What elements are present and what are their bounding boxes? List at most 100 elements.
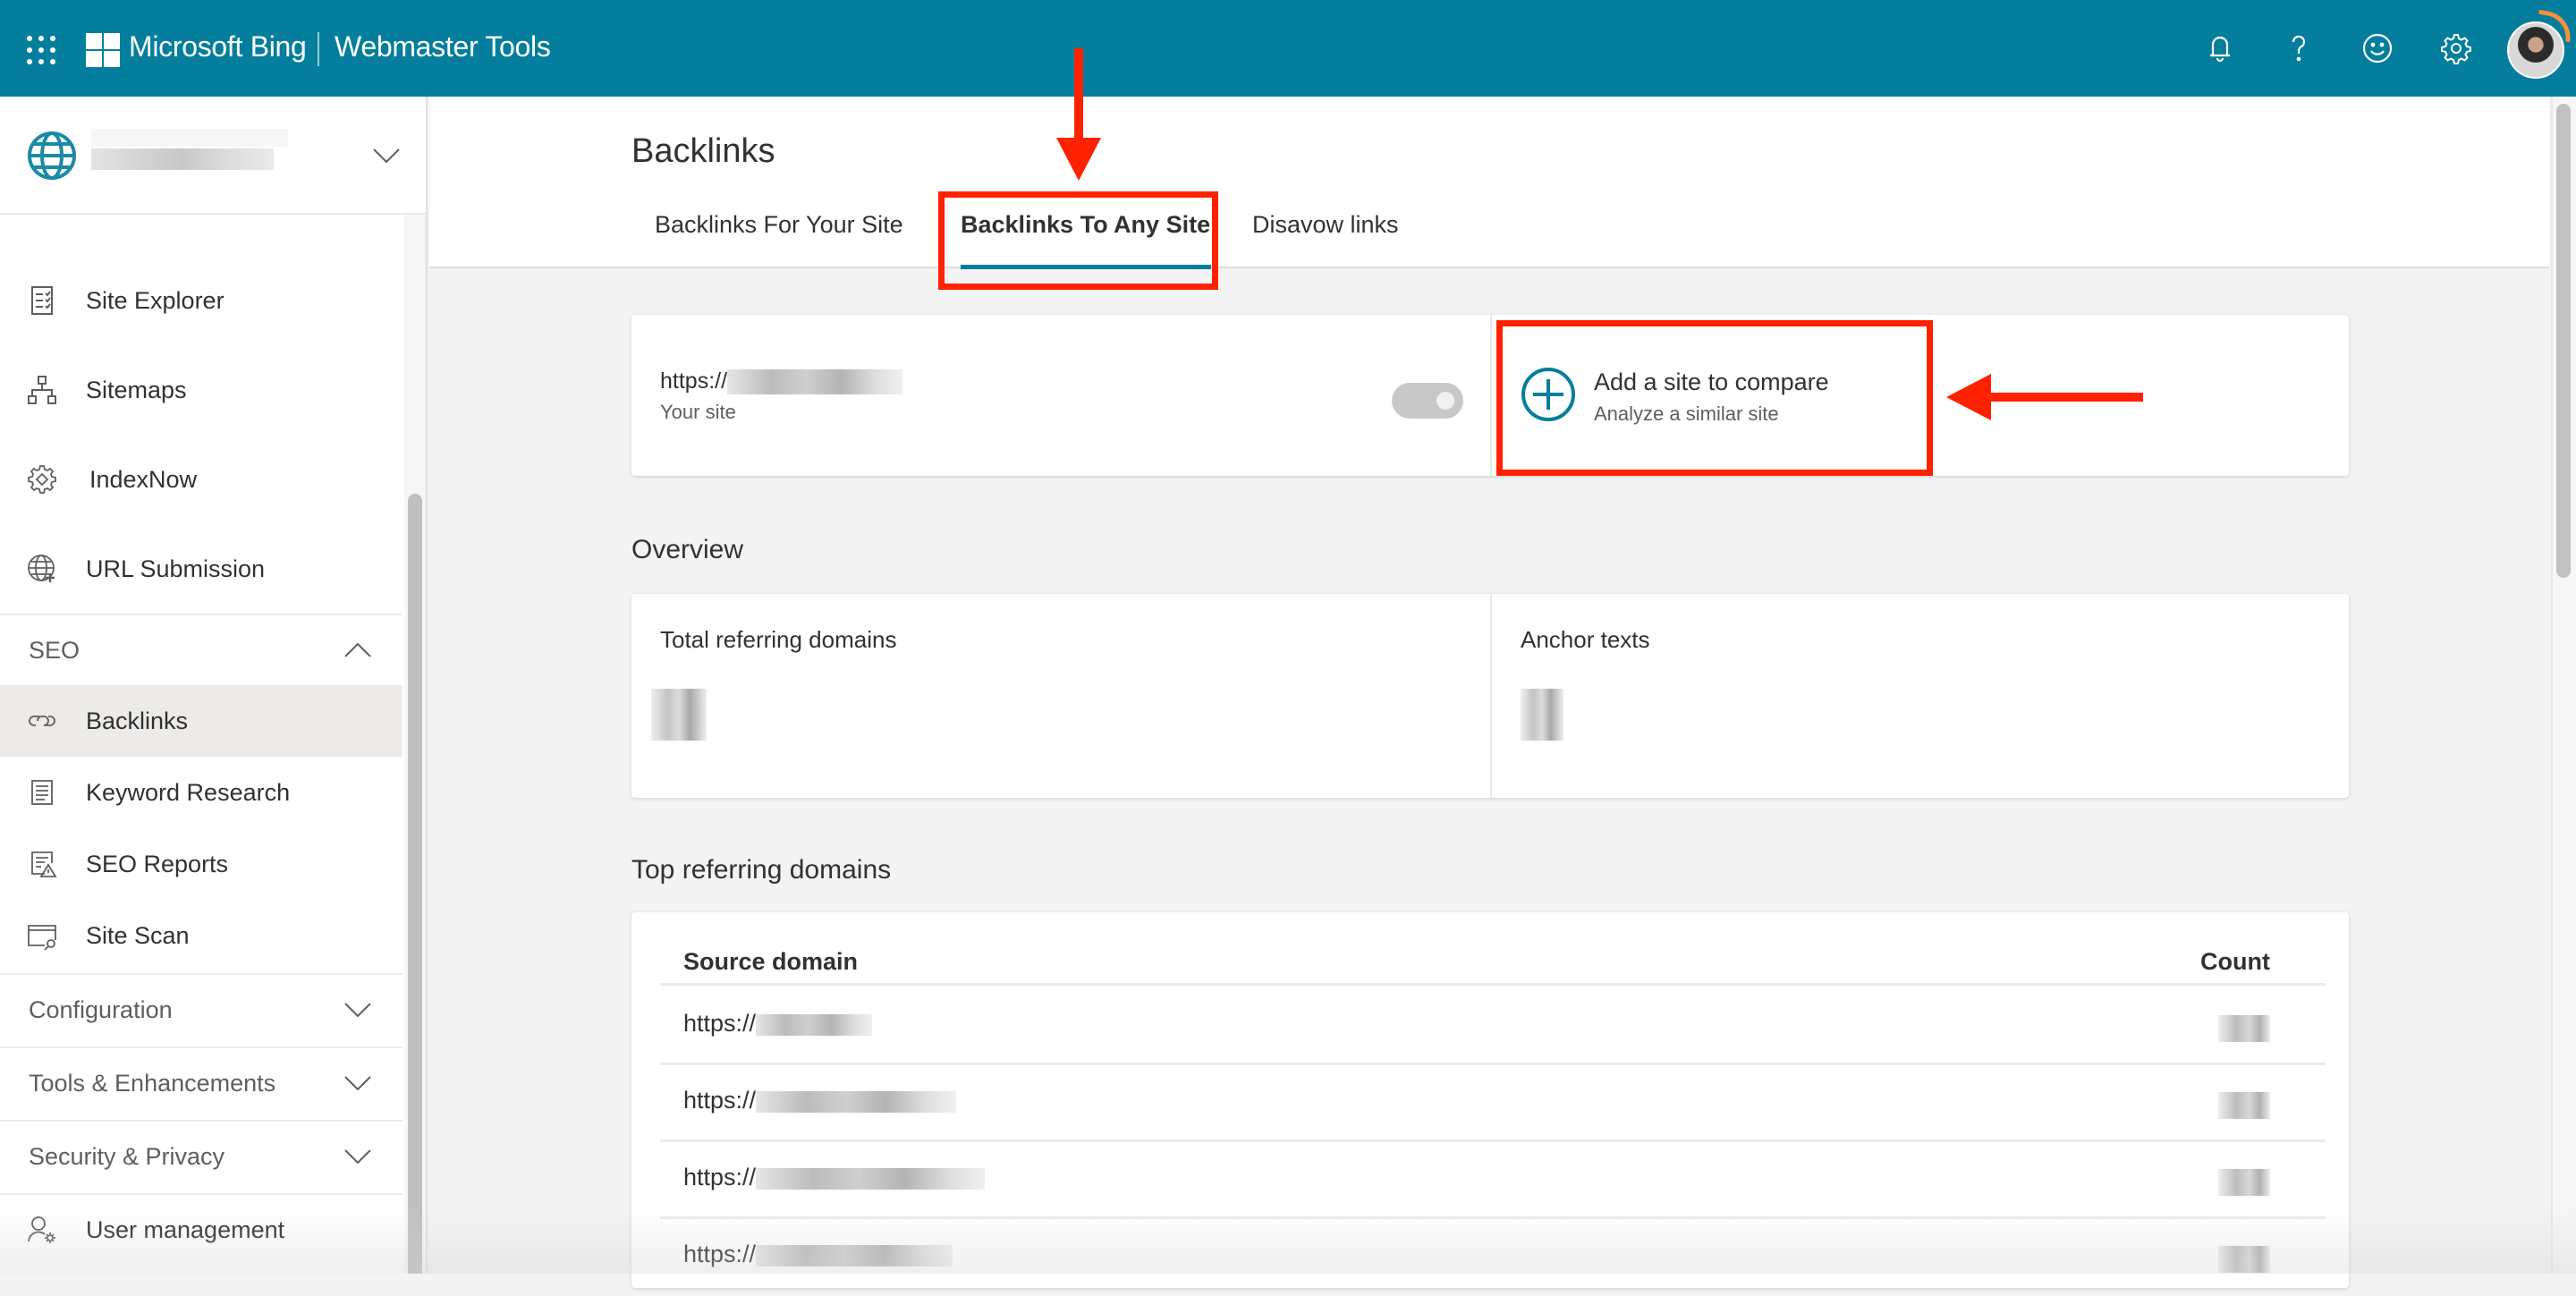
tab-backlinks-for-your-site[interactable]: Backlinks For Your Site <box>655 211 903 239</box>
source-domain: https:// <box>683 1087 957 1114</box>
microsoft-logo-icon <box>86 33 120 67</box>
your-site-toggle[interactable] <box>1392 383 1463 419</box>
overview-label: Total referring domains <box>660 626 897 653</box>
page-header: Backlinks Backlinks For Your Site Backli… <box>429 97 2549 269</box>
globe-add-icon <box>28 555 55 582</box>
chevron-down-icon[interactable] <box>372 147 401 165</box>
chevron-down-icon <box>344 1149 371 1165</box>
table-header: Source domain Count <box>660 939 2326 986</box>
sidebar-scrollbar-thumb[interactable] <box>408 494 422 1274</box>
sidebar-item-label: Site Scan <box>86 921 190 949</box>
sidebar-section-seo[interactable]: SEO <box>0 614 402 685</box>
table-row[interactable]: https:// <box>660 988 2326 1065</box>
source-domain: https:// <box>683 1241 953 1268</box>
brand-name[interactable]: Microsoft Bing <box>129 30 307 64</box>
add-site-to-compare-button[interactable]: Add a site to compare Analyze a similar … <box>1492 315 1939 476</box>
main-content: Backlinks Backlinks For Your Site Backli… <box>429 97 2549 1288</box>
redacted-url <box>756 1090 957 1113</box>
sidebar-item-url-submission[interactable]: URL Submission <box>0 533 402 605</box>
sidebar-item-label: Keyword Research <box>86 778 291 806</box>
brand-separator <box>318 32 319 66</box>
sidebar-item-label: SEO Reports <box>86 850 229 877</box>
sidebar-item-sitemaps[interactable]: Sitemaps <box>0 354 402 426</box>
table-row[interactable]: https:// <box>660 1065 2326 1142</box>
settings-gear-icon[interactable] <box>2438 30 2474 66</box>
tab-disavow-links[interactable]: Disavow links <box>1252 211 1399 239</box>
page-title: Backlinks <box>631 132 775 170</box>
column-header-source-domain[interactable]: Source domain <box>683 948 858 976</box>
add-circle-icon <box>1521 368 1575 421</box>
redacted-url <box>756 1013 873 1036</box>
table-row[interactable]: https:// <box>660 1219 2326 1296</box>
main-scrollbar-thumb[interactable] <box>2556 104 2571 578</box>
site-compare-card: https:// Your site Add a site to compare… <box>631 315 2349 476</box>
top-referring-domains-table: Source domain Count https:// https:// ht… <box>631 912 2349 1288</box>
your-site-label: Your site <box>660 401 736 423</box>
count-redacted <box>2218 1246 2270 1273</box>
url-prefix: https:// <box>683 1010 757 1037</box>
sidebar-item-site-explorer[interactable]: Site Explorer <box>0 265 402 336</box>
url-prefix: https:// <box>683 1164 757 1190</box>
report-warning-icon <box>31 851 57 877</box>
sidebar-item-indexnow[interactable]: IndexNow <box>0 444 402 515</box>
user-gear-icon <box>28 1216 55 1243</box>
overview-value-redacted <box>1521 689 1563 741</box>
overview-card: Total referring domains Anchor texts <box>631 594 2349 798</box>
sidebar-item-seo-reports[interactable]: SEO Reports <box>0 828 402 900</box>
help-icon[interactable] <box>2281 30 2317 66</box>
section-label: Tools & Enhancements <box>29 1069 276 1097</box>
gear-index-icon <box>28 465 56 494</box>
sidebar-item-keyword-research[interactable]: Keyword Research <box>0 757 402 828</box>
window-search-icon <box>28 925 56 951</box>
feedback-smiley-icon[interactable] <box>2360 30 2395 66</box>
product-name[interactable]: Webmaster Tools <box>335 30 551 64</box>
sidebar-section-configuration[interactable]: Configuration <box>0 973 402 1045</box>
your-site-url: https:// <box>660 368 903 395</box>
overview-value-redacted <box>651 689 707 741</box>
overview-total-referring-domains: Total referring domains <box>631 594 1490 798</box>
add-site-subtitle: Analyze a similar site <box>1594 402 1779 425</box>
redacted-url <box>756 1167 986 1190</box>
sidebar-item-label: User management <box>86 1216 285 1243</box>
sidebar-item-label: Sitemaps <box>86 376 187 403</box>
site-name-redacted <box>91 129 288 170</box>
sidebar-section-security-privacy[interactable]: Security & Privacy <box>0 1120 402 1191</box>
active-tab-indicator <box>961 265 1211 269</box>
url-prefix: https:// <box>683 1087 757 1114</box>
list-doc-icon <box>31 780 53 805</box>
source-domain: https:// <box>683 1164 986 1191</box>
bell-icon[interactable] <box>2202 30 2238 66</box>
url-prefix: https:// <box>683 1241 757 1267</box>
column-header-count[interactable]: Count <box>2200 948 2270 976</box>
tab-backlinks-to-any-site[interactable]: Backlinks To Any Site <box>961 211 1210 239</box>
table-row[interactable]: https:// <box>660 1142 2326 1219</box>
overview-label: Anchor texts <box>1521 626 1650 653</box>
section-label: Configuration <box>29 995 173 1023</box>
sidebar-section-tools-enhancements[interactable]: Tools & Enhancements <box>0 1046 402 1118</box>
url-prefix: https:// <box>660 368 728 394</box>
checklist-icon <box>31 286 53 315</box>
site-picker[interactable] <box>0 97 426 215</box>
top-bar: Microsoft Bing Webmaster Tools <box>0 0 2576 97</box>
redacted-url <box>756 1244 953 1266</box>
count-redacted <box>2218 1169 2270 1196</box>
chevron-down-icon <box>344 1003 371 1018</box>
sidebar-item-label: IndexNow <box>89 465 198 493</box>
overview-title: Overview <box>631 535 744 564</box>
sitemap-icon <box>28 376 56 404</box>
chevron-up-icon <box>344 642 371 657</box>
sidebar-item-user-management[interactable]: User management <box>0 1193 402 1265</box>
redacted-url <box>727 369 903 395</box>
sidebar-item-backlinks[interactable]: Backlinks <box>0 685 402 757</box>
sidebar-item-label: Site Explorer <box>86 286 225 314</box>
chevron-down-icon <box>344 1076 371 1091</box>
section-label: SEO <box>29 636 80 664</box>
count-redacted <box>2218 1092 2270 1119</box>
source-domain: https:// <box>683 1010 873 1038</box>
section-label: Security & Privacy <box>29 1142 225 1170</box>
overview-anchor-texts: Anchor texts <box>1492 594 2349 798</box>
sidebar-item-label: URL Submission <box>86 555 266 582</box>
sidebar-item-site-scan[interactable]: Site Scan <box>0 900 402 971</box>
waffle-icon[interactable] <box>27 36 55 64</box>
sidebar: URL Inspection Site Explorer Sitemaps In… <box>0 97 428 1274</box>
